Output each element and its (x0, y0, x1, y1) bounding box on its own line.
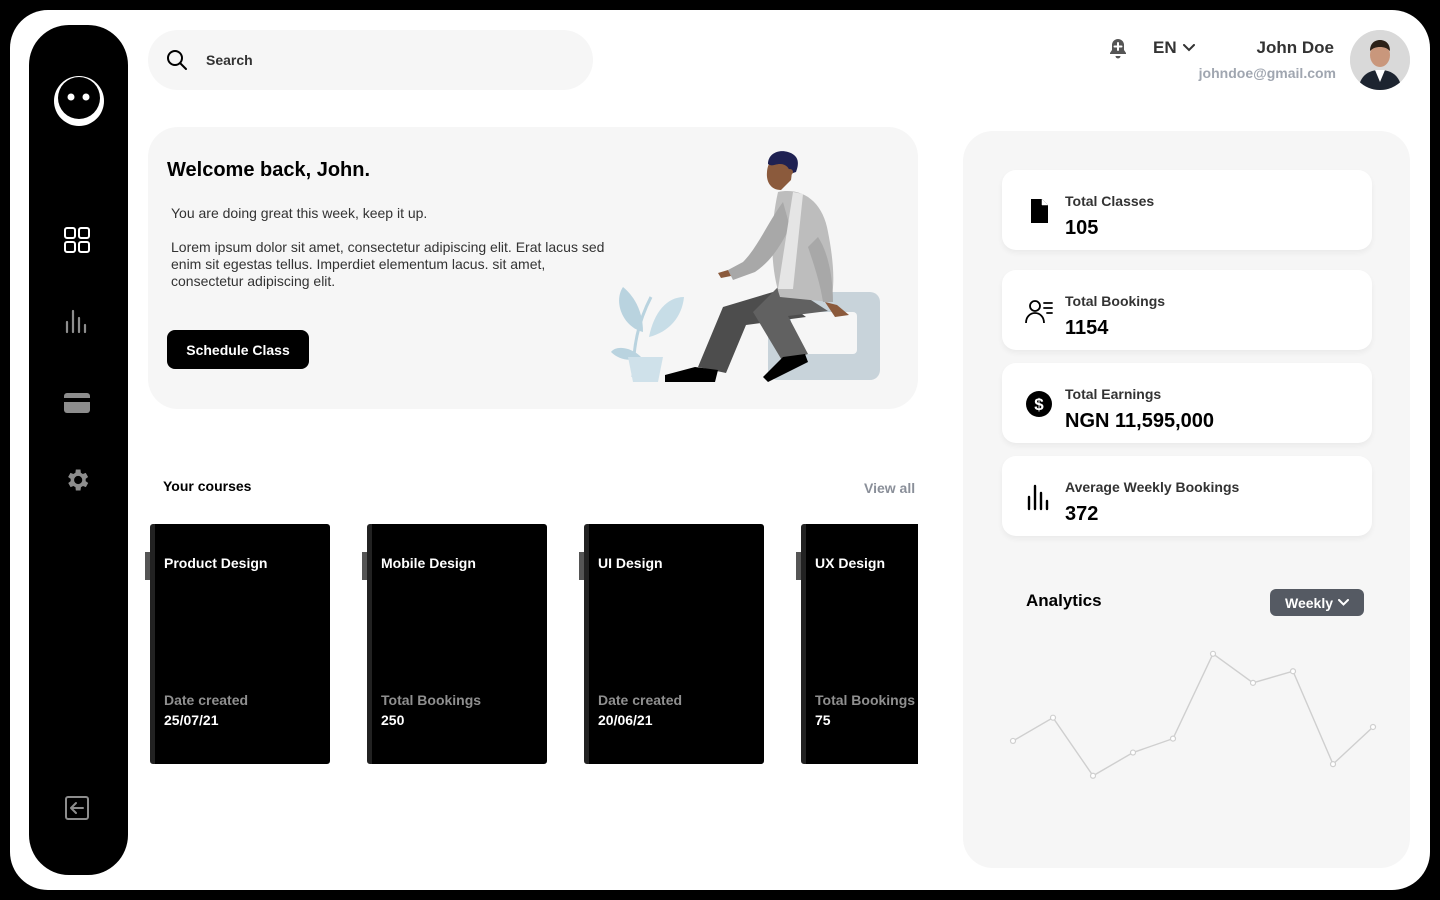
course-meta-value: 250 (381, 712, 405, 728)
bar-chart-icon (1027, 484, 1049, 511)
course-meta-value: 75 (815, 712, 831, 728)
stat-card-total-earnings: $ Total Earnings NGN 11,595,000 (1002, 363, 1372, 443)
language-select[interactable]: EN (1153, 38, 1195, 58)
logo-icon (54, 76, 104, 126)
period-select[interactable]: Weekly (1270, 589, 1364, 616)
user-photo-icon (1350, 30, 1410, 90)
credit-card-icon (64, 393, 90, 413)
course-name: Mobile Design (381, 555, 476, 571)
stat-card-total-bookings: Total Bookings 1154 (1002, 270, 1372, 350)
search-bar[interactable] (148, 30, 593, 90)
analytics-title: Analytics (1026, 591, 1102, 610)
chevron-down-icon (1338, 599, 1349, 606)
user-list-icon (1025, 300, 1053, 324)
stat-card-total-classes: Total Classes 105 (1002, 170, 1372, 250)
card-tab (579, 552, 584, 580)
document-icon (1031, 199, 1048, 223)
course-meta-label: Date created (598, 692, 683, 708)
card-tab (145, 552, 150, 580)
course-card-product-design[interactable]: Product Design Date created 25/07/21 (145, 524, 330, 764)
period-label: Weekly (1285, 594, 1333, 611)
courses-list: Product Design Date created 25/07/21 Mob… (145, 524, 918, 764)
sidebar-item-dashboard[interactable] (59, 222, 95, 258)
course-meta-value: 20/06/21 (598, 712, 653, 728)
stats-panel: Total Classes 105 Total Bookings 1154 $ … (963, 131, 1410, 868)
sidebar-item-settings[interactable] (59, 462, 95, 498)
stat-value: 1154 (1065, 317, 1109, 339)
language-label: EN (1153, 38, 1177, 57)
data-point (1009, 737, 1017, 745)
card-tab (362, 552, 367, 580)
data-point (1129, 749, 1137, 756)
bar-chart-icon (65, 309, 87, 334)
course-card-mobile-design[interactable]: Mobile Design Total Bookings 250 (362, 524, 547, 764)
data-point (1049, 714, 1057, 721)
gear-icon (68, 469, 89, 491)
search-input[interactable] (206, 52, 546, 68)
stat-label: Total Earnings (1065, 386, 1162, 402)
course-meta-label: Date created (164, 692, 249, 708)
data-point (1329, 761, 1337, 768)
search-icon (167, 50, 187, 70)
person-sitting-illustration (611, 151, 880, 382)
sidebar-item-analytics[interactable] (59, 303, 95, 339)
analytics-line-chart (1009, 650, 1377, 779)
schedule-class-button[interactable]: Schedule Class (167, 330, 309, 369)
logout-button[interactable] (59, 790, 95, 826)
avatar[interactable] (1350, 30, 1410, 90)
course-meta-value: 25/07/21 (164, 712, 219, 728)
course-meta-label: Total Bookings (381, 692, 482, 708)
sidebar (29, 25, 128, 875)
course-name: UX Design (815, 555, 886, 571)
series-line (1012, 652, 1374, 777)
course-card-ui-design[interactable]: UI Design Date created 20/06/21 (579, 524, 764, 764)
sidebar-item-payments[interactable] (59, 385, 95, 421)
course-name: UI Design (598, 555, 663, 571)
stat-value: NGN 11,595,000 (1065, 410, 1214, 432)
data-point (1089, 772, 1097, 779)
stat-card-average-weekly-bookings: Average Weekly Bookings 372 (1002, 456, 1372, 536)
welcome-title: Welcome back, John. (167, 159, 371, 181)
data-point (1169, 735, 1177, 742)
app-window: EN John Doe johndoe@gmail.com Welcome ba… (10, 10, 1430, 890)
courses-title: Your courses (163, 478, 252, 494)
course-meta-label: Total Bookings (815, 692, 916, 708)
stat-value: 372 (1065, 503, 1099, 525)
data-point (1209, 650, 1217, 657)
welcome-body: Lorem ipsum dolor sit amet, consectetur … (171, 239, 605, 289)
dashboard-grid-icon (64, 227, 90, 253)
view-all-link[interactable]: View all (864, 480, 915, 496)
user-name: John Doe (1256, 38, 1334, 57)
stat-label: Average Weekly Bookings (1065, 479, 1240, 495)
welcome-banner: Welcome back, John. You are doing great … (148, 127, 918, 409)
welcome-subtitle: You are doing great this week, keep it u… (171, 205, 428, 221)
card-tab (796, 552, 801, 580)
stat-value: 105 (1065, 217, 1099, 239)
logout-icon (65, 796, 89, 820)
data-point (1249, 679, 1257, 686)
course-card-ux-design[interactable]: UX Design Total Bookings 75 (796, 524, 918, 764)
svg-text:$: $ (1034, 395, 1044, 414)
stat-label: Total Bookings (1065, 293, 1166, 309)
course-name: Product Design (164, 555, 268, 571)
dollar-circle-icon: $ (1026, 391, 1052, 417)
chevron-down-icon (1182, 44, 1195, 52)
notification-bell-icon[interactable] (1106, 37, 1130, 61)
stat-label: Total Classes (1065, 193, 1155, 209)
data-point (1289, 668, 1297, 675)
data-point (1369, 723, 1377, 731)
user-email: johndoe@gmail.com (1198, 65, 1336, 81)
